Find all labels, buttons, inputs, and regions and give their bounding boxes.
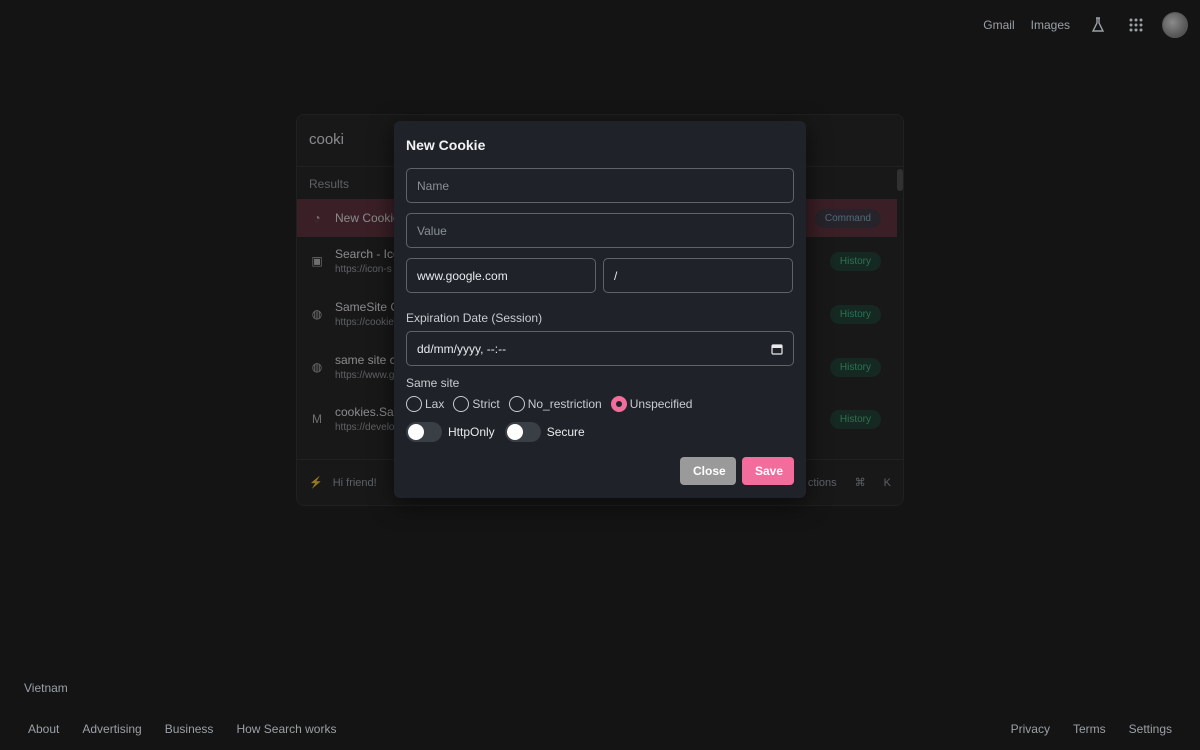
radio-label: No_restriction bbox=[527, 397, 602, 411]
history-badge: History bbox=[829, 304, 881, 324]
site-icon: ▣ bbox=[311, 254, 323, 268]
greeting-text: Hi friend! bbox=[332, 476, 377, 489]
terms-link[interactable]: Terms bbox=[1073, 722, 1106, 736]
dialog-title: New Cookie bbox=[406, 137, 486, 153]
globe-icon: ◍ bbox=[311, 307, 323, 321]
save-button[interactable]: Save bbox=[742, 457, 794, 485]
radio-strict[interactable]: Strict bbox=[453, 396, 500, 412]
httponly-toggle[interactable] bbox=[406, 422, 442, 442]
row-url: https://icon-s bbox=[335, 264, 392, 275]
value-input[interactable] bbox=[406, 213, 794, 248]
k-key: K bbox=[883, 476, 891, 489]
actions-text: ctions bbox=[807, 476, 837, 489]
country-label: Vietnam bbox=[24, 681, 68, 695]
radio-label: Unspecified bbox=[629, 397, 693, 411]
radio-no-restriction[interactable]: No_restriction bbox=[508, 396, 602, 412]
date-placeholder: dd/mm/yyyy, --:-- bbox=[417, 341, 507, 356]
gmail-link[interactable]: Gmail bbox=[983, 18, 1014, 32]
mdn-icon: M bbox=[312, 412, 322, 426]
radio-label: Lax bbox=[425, 397, 445, 411]
row-url: https://www.g bbox=[335, 370, 395, 381]
radio-circle[interactable] bbox=[406, 396, 422, 412]
privacy-link[interactable]: Privacy bbox=[1011, 722, 1050, 736]
row-title: Search - Ico bbox=[335, 247, 400, 261]
row-url: https://cookie bbox=[335, 317, 394, 328]
radio-label: Strict bbox=[472, 397, 500, 411]
how-search-works-link[interactable]: How Search works bbox=[236, 722, 336, 736]
cookie-icon: ◔ bbox=[313, 211, 321, 225]
radio-lax[interactable]: Lax bbox=[406, 396, 444, 412]
path-input[interactable] bbox=[603, 258, 793, 293]
history-badge: History bbox=[829, 409, 881, 429]
row-title: New Cookie bbox=[335, 211, 400, 225]
footer-left-links: About Advertising Business How Search wo… bbox=[28, 722, 359, 736]
row-title: cookies.Sar bbox=[335, 405, 398, 419]
apps-grid-icon[interactable] bbox=[1124, 13, 1148, 37]
row-title: same site c bbox=[335, 353, 396, 367]
command-badge: Command bbox=[814, 208, 881, 228]
row-url: https://develo bbox=[335, 422, 395, 433]
palette-scrollbar[interactable] bbox=[897, 169, 903, 191]
images-link[interactable]: Images bbox=[1031, 18, 1070, 32]
radio-circle[interactable] bbox=[453, 396, 470, 412]
expiration-date-input[interactable]: dd/mm/yyyy, --:-- bbox=[406, 331, 794, 366]
row-title: SameSite C bbox=[335, 300, 400, 314]
calendar-icon[interactable] bbox=[771, 343, 783, 355]
radio-unspecified[interactable]: Unspecified bbox=[610, 396, 693, 412]
bolt-icon: ⚡ bbox=[309, 477, 323, 489]
name-input[interactable] bbox=[406, 168, 794, 203]
close-button[interactable]: Close bbox=[680, 457, 736, 485]
history-badge: History bbox=[829, 251, 881, 271]
samesite-label: Same site bbox=[406, 376, 460, 390]
secure-toggle[interactable] bbox=[504, 422, 541, 442]
radio-circle[interactable] bbox=[508, 396, 525, 412]
secure-label: Secure bbox=[546, 425, 585, 439]
footer-right-links: Privacy Terms Settings bbox=[988, 722, 1172, 736]
domain-input[interactable] bbox=[406, 258, 596, 293]
new-cookie-dialog: New Cookie Expiration Date (Session) dd/… bbox=[394, 121, 806, 498]
business-link[interactable]: Business bbox=[165, 722, 214, 736]
advertising-link[interactable]: Advertising bbox=[82, 722, 141, 736]
avatar[interactable] bbox=[1162, 12, 1188, 38]
top-bar: Gmail Images bbox=[983, 0, 1200, 50]
flags-row: HttpOnly Secure bbox=[406, 422, 794, 442]
command-key: ⌘ bbox=[854, 477, 866, 489]
expiration-label: Expiration Date (Session) bbox=[406, 311, 543, 325]
settings-link[interactable]: Settings bbox=[1129, 722, 1172, 736]
labs-flask-icon[interactable] bbox=[1086, 13, 1110, 37]
samesite-radio-group: Lax Strict No_restriction Unspecified bbox=[406, 396, 794, 412]
radio-circle-selected[interactable] bbox=[610, 396, 627, 412]
httponly-label: HttpOnly bbox=[448, 425, 495, 439]
about-link[interactable]: About bbox=[28, 722, 59, 736]
globe-icon: ◍ bbox=[311, 360, 323, 374]
dialog-actions: Close Save bbox=[680, 457, 794, 485]
history-badge: History bbox=[829, 357, 881, 377]
